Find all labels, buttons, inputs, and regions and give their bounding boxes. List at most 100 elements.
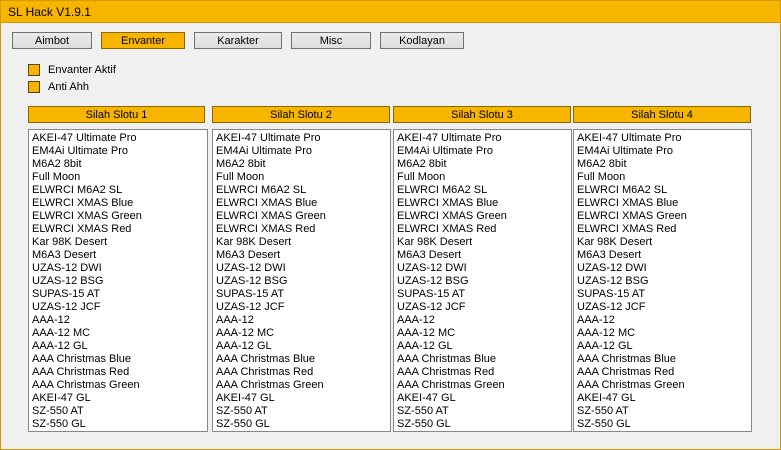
weapon-list-item[interactable]: M6A2 8bit [216,158,390,171]
weapon-list-item[interactable]: Kar 98K Desert [397,236,571,249]
weapon-list-item[interactable]: AAA Christmas Green [397,379,571,392]
weapon-list-item[interactable]: EM4Ai Ultimate Pro [397,145,571,158]
weapon-list-item[interactable]: AAA-12 GL [577,340,751,353]
weapon-list-item[interactable]: UZAS-12 BSG [216,275,390,288]
weapon-list-item[interactable]: ELWRCI XMAS Red [397,223,571,236]
weapon-list-item[interactable]: UZAS-12 BSG [577,275,751,288]
weapon-list-item[interactable]: Full Moon [216,171,390,184]
weapon-list-item[interactable]: AKEI-47 Ultimate Pro [577,132,751,145]
weapon-list-item[interactable]: AAA Christmas Blue [397,353,571,366]
anti-ahh-checkbox[interactable] [28,81,40,93]
weapon-list-item[interactable]: UZAS-12 DWI [397,262,571,275]
weapon-list-item[interactable]: M6A2 8bit [32,158,207,171]
weapon-list-item[interactable]: SZ-550 GL [397,418,571,431]
weapon-list-item[interactable]: SZ-550 GL [32,418,207,431]
weapon-list-item[interactable]: ELWRCI XMAS Red [577,223,751,236]
tab-misc[interactable]: Misc [291,32,371,49]
weapon-list-item[interactable]: AKEI-47 Ultimate Pro [216,132,390,145]
slot-3-button[interactable]: Silah Slotu 3 [393,106,571,123]
weapon-list-item[interactable]: SUPAS-15 AT [216,288,390,301]
weapon-list-item[interactable]: AKEI-47 GL [32,392,207,405]
weapon-list-item[interactable]: M6A2 8bit [397,158,571,171]
weapon-list-item[interactable]: ELWRCI M6A2 SL [216,184,390,197]
weapon-list-item[interactable]: AAA-12 MC [32,327,207,340]
weapon-list-item[interactable]: AAA Christmas Green [32,379,207,392]
envanter-aktif-checkbox[interactable] [28,64,40,76]
weapon-list-item[interactable]: AAA Christmas Blue [216,353,390,366]
weapon-list-item[interactable]: AAA-12 MC [216,327,390,340]
slot-2-button[interactable]: Silah Slotu 2 [212,106,390,123]
weapon-list-item[interactable]: AAA-12 [577,314,751,327]
weapon-list-item[interactable]: SZ-550 AT [577,405,751,418]
weapon-list-item[interactable]: SZ-550 GL [577,418,751,431]
slot-4-button[interactable]: Silah Slotu 4 [573,106,751,123]
weapon-list-item[interactable]: SUPAS-15 AT [577,288,751,301]
weapon-list-item[interactable]: AKEI-47 GL [577,392,751,405]
weapon-list-item[interactable]: AAA Christmas Red [577,366,751,379]
weapon-list-item[interactable]: AKEI-47 Ultimate Pro [397,132,571,145]
title-bar[interactable]: SL Hack V1.9.1 [1,1,780,23]
weapon-list-item[interactable]: AKEI-47 Ultimate Pro [32,132,207,145]
weapon-list-item[interactable]: ELWRCI XMAS Green [577,210,751,223]
weapon-list-item[interactable]: EM4Ai Ultimate Pro [577,145,751,158]
tab-kodlayan[interactable]: Kodlayan [380,32,464,49]
weapon-list-item[interactable]: ELWRCI XMAS Blue [577,197,751,210]
weapon-list-item[interactable]: EM4Ai Ultimate Pro [32,145,207,158]
weapon-list-item[interactable]: ELWRCI XMAS Red [32,223,207,236]
weapon-list-item[interactable]: AAA-12 GL [216,340,390,353]
weapon-list-item[interactable]: AAA Christmas Blue [32,353,207,366]
weapon-list-item[interactable]: AAA Christmas Red [216,366,390,379]
weapon-list-item[interactable]: Full Moon [397,171,571,184]
weapon-list-item[interactable]: AAA-12 GL [397,340,571,353]
slot-1-button[interactable]: Silah Slotu 1 [28,106,205,123]
weapon-list-item[interactable]: M6A3 Desert [397,249,571,262]
weapon-list-item[interactable]: SUPAS-15 AT [32,288,207,301]
weapon-list-item[interactable]: ELWRCI XMAS Green [397,210,571,223]
weapon-list-item[interactable]: SUPAS-15 AT [397,288,571,301]
weapon-list-item[interactable]: ELWRCI XMAS Blue [32,197,207,210]
weapon-list-item[interactable]: Full Moon [577,171,751,184]
weapon-list-item[interactable]: ELWRCI XMAS Blue [397,197,571,210]
tab-karakter[interactable]: Karakter [194,32,282,49]
weapon-list-slot-1[interactable]: AKEI-47 Ultimate Pro EM4Ai Ultimate Pro M6… [28,129,208,432]
weapon-list-item[interactable]: SZ-550 AT [32,405,207,418]
weapon-list-item[interactable]: M6A2 8bit [577,158,751,171]
weapon-list-item[interactable]: ELWRCI M6A2 SL [577,184,751,197]
weapon-list-item[interactable]: ELWRCI XMAS Green [216,210,390,223]
weapon-list-item[interactable]: UZAS-12 DWI [32,262,207,275]
tab-aimbot[interactable]: Aimbot [12,32,92,49]
weapon-list-item[interactable]: AAA Christmas Red [397,366,571,379]
weapon-list-item[interactable]: ELWRCI XMAS Green [32,210,207,223]
weapon-list-item[interactable]: ELWRCI XMAS Blue [216,197,390,210]
tab-envanter[interactable]: Envanter [101,32,185,49]
weapon-list-item[interactable]: ELWRCI M6A2 SL [32,184,207,197]
weapon-list-item[interactable]: AAA Christmas Blue [577,353,751,366]
weapon-list-item[interactable]: AAA-12 [397,314,571,327]
weapon-list-item[interactable]: UZAS-12 BSG [397,275,571,288]
weapon-list-item[interactable]: UZAS-12 BSG [32,275,207,288]
weapon-list-item[interactable]: AKEI-47 GL [216,392,390,405]
weapon-list-item[interactable]: Kar 98K Desert [577,236,751,249]
weapon-list-item[interactable]: SZ-550 AT [397,405,571,418]
weapon-list-item[interactable]: AKEI-47 GL [397,392,571,405]
weapon-list-item[interactable]: AAA Christmas Red [32,366,207,379]
weapon-list-slot-3[interactable]: AKEI-47 Ultimate Pro EM4Ai Ultimate Pro M6… [393,129,572,432]
weapon-list-item[interactable]: ELWRCI M6A2 SL [397,184,571,197]
weapon-list-item[interactable]: AAA-12 MC [397,327,571,340]
weapon-list-item[interactable]: M6A3 Desert [577,249,751,262]
weapon-list-item[interactable]: UZAS-12 JCF [216,301,390,314]
weapon-list-item[interactable]: UZAS-12 JCF [577,301,751,314]
weapon-list-item[interactable]: AAA Christmas Green [216,379,390,392]
weapon-list-item[interactable]: Kar 98K Desert [32,236,207,249]
weapon-list-item[interactable]: AAA-12 [216,314,390,327]
weapon-list-item[interactable]: AAA-12 MC [577,327,751,340]
weapon-list-item[interactable]: UZAS-12 JCF [397,301,571,314]
weapon-list-item[interactable]: SZ-550 AT [216,405,390,418]
weapon-list-item[interactable]: UZAS-12 JCF [32,301,207,314]
weapon-list-item[interactable]: UZAS-12 DWI [577,262,751,275]
weapon-list-slot-4[interactable]: AKEI-47 Ultimate Pro EM4Ai Ultimate Pro M6… [573,129,752,432]
option-envanter-aktif[interactable]: Envanter Aktif [28,64,116,76]
weapon-list-item[interactable]: AAA-12 [32,314,207,327]
weapon-list-item[interactable]: M6A3 Desert [216,249,390,262]
weapon-list-item[interactable]: SZ-550 GL [216,418,390,431]
